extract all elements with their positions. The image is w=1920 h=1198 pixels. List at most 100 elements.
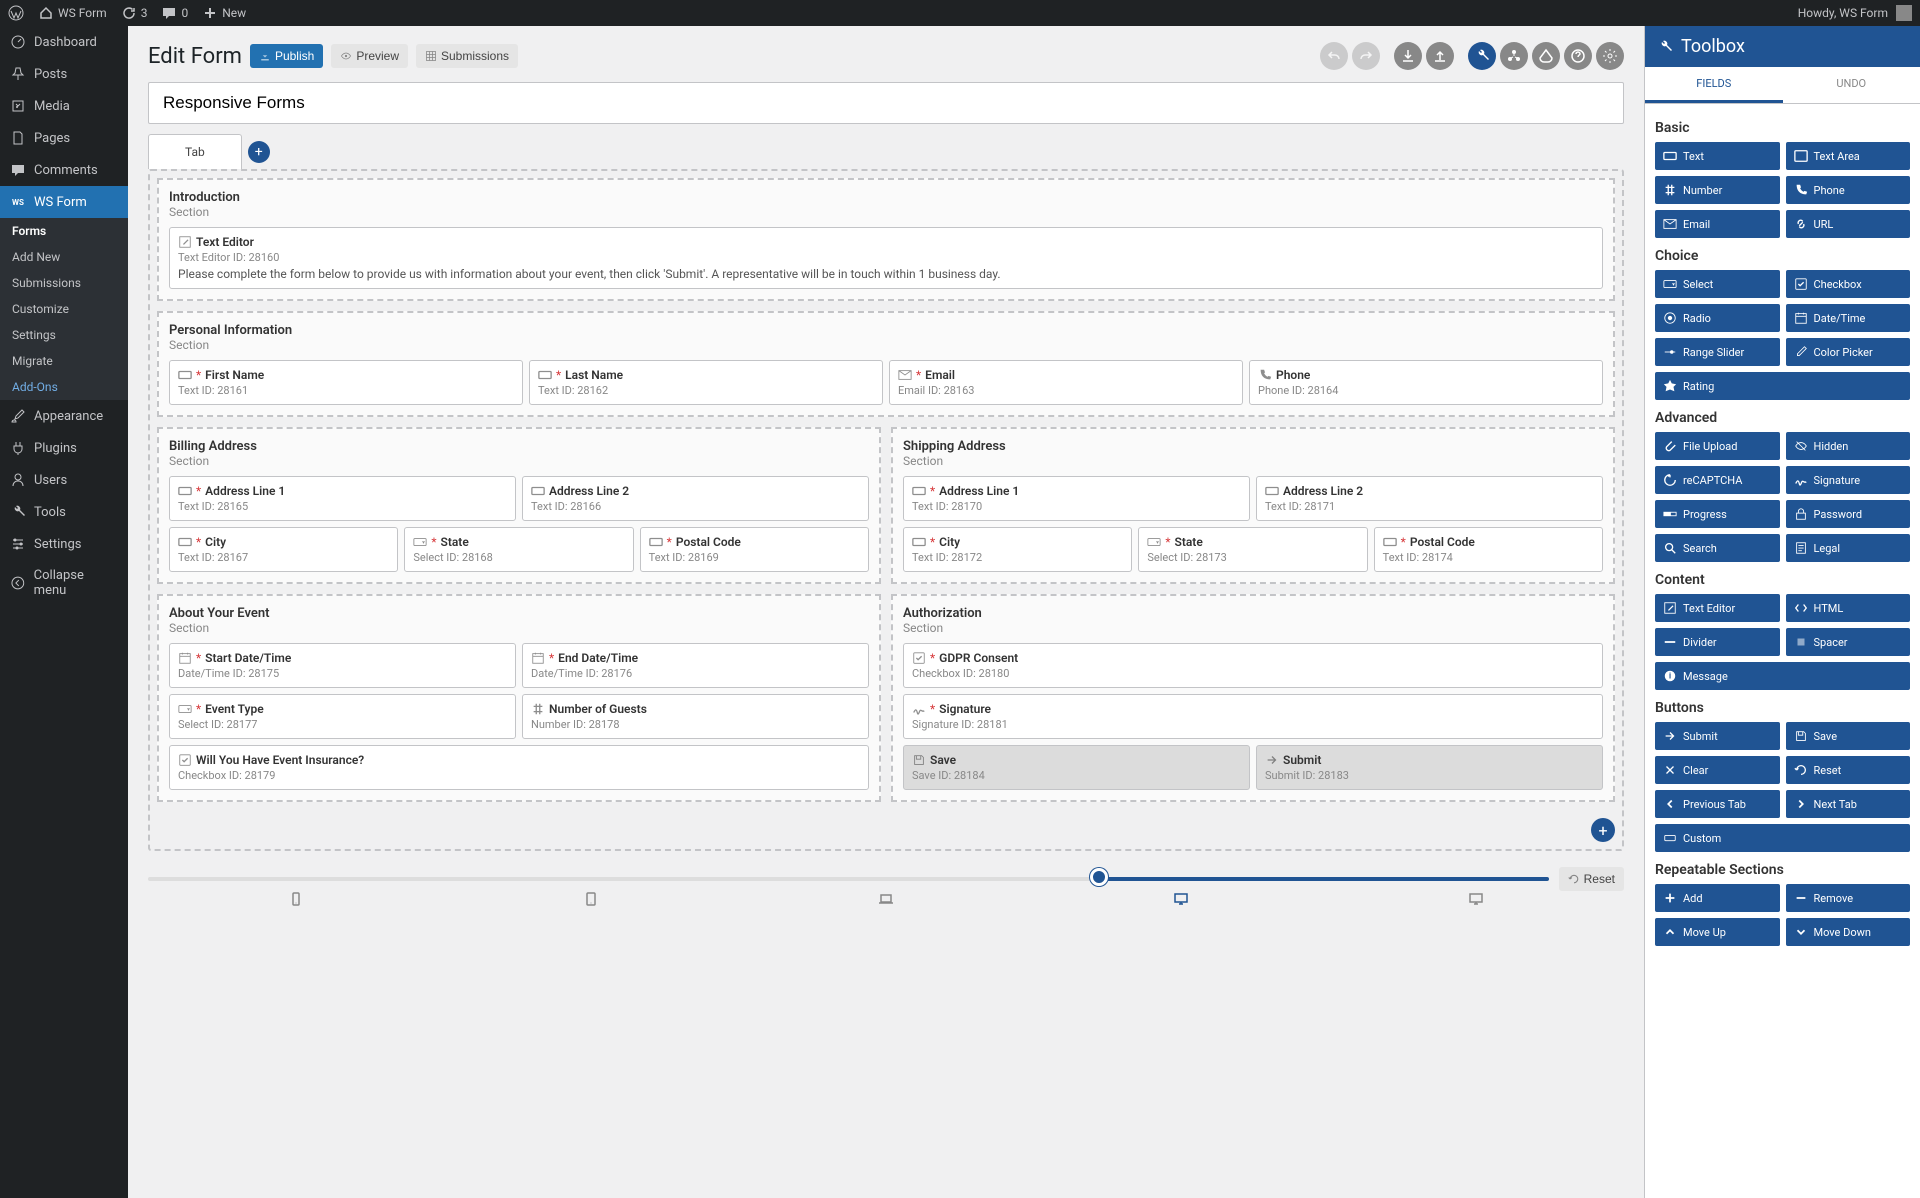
sidebar-sub-forms[interactable]: Forms xyxy=(0,218,128,244)
section-event[interactable]: About Your Event Section *Start Date/Tim… xyxy=(157,594,881,802)
field-guests[interactable]: Number of GuestsNumber ID: 28178 xyxy=(522,694,869,739)
form-name-input[interactable] xyxy=(148,82,1624,124)
sidebar-sub-migrate[interactable]: Migrate xyxy=(0,348,128,374)
toolbox-item-file-upload[interactable]: File Upload xyxy=(1655,432,1780,460)
toolbox-item-text-area[interactable]: Text Area xyxy=(1786,142,1911,170)
toolbox-item-message[interactable]: Message xyxy=(1655,662,1910,690)
upload-button[interactable] xyxy=(1426,42,1454,70)
field-shipping-city[interactable]: *CityText ID: 28172 xyxy=(903,527,1132,572)
toolbox-item-url[interactable]: URL xyxy=(1786,210,1911,238)
toolbox-item-hidden[interactable]: Hidden xyxy=(1786,432,1911,460)
toolbox-item-radio[interactable]: Radio xyxy=(1655,304,1780,332)
field-signature[interactable]: *SignatureSignature ID: 28181 xyxy=(903,694,1603,739)
toolbox-item-html[interactable]: HTML xyxy=(1786,594,1911,622)
field-billing-postal[interactable]: *Postal CodeText ID: 28169 xyxy=(640,527,869,572)
toolbox-item-recaptcha[interactable]: reCAPTCHA xyxy=(1655,466,1780,494)
field-billing-state[interactable]: *StateSelect ID: 28168 xyxy=(404,527,633,572)
toolbox-item-text[interactable]: Text xyxy=(1655,142,1780,170)
toolbox-item-checkbox[interactable]: Checkbox xyxy=(1786,270,1911,298)
preview-button[interactable]: Preview xyxy=(331,44,408,68)
field-gdpr[interactable]: *GDPR ConsentCheckbox ID: 28180 xyxy=(903,643,1603,688)
toolbox-item-date-time[interactable]: Date/Time xyxy=(1786,304,1911,332)
toolbox-tab-fields[interactable]: FIELDS xyxy=(1645,67,1783,103)
add-tab-button[interactable]: + xyxy=(248,141,270,163)
form-tab[interactable]: Tab xyxy=(148,134,242,169)
comments-link[interactable]: 0 xyxy=(161,5,188,21)
sidebar-item-settings[interactable]: Settings xyxy=(0,528,128,560)
sidebar-sub-submissions[interactable]: Submissions xyxy=(0,270,128,296)
section-billing[interactable]: Billing Address Section *Address Line 1T… xyxy=(157,427,881,584)
toolbox-item-remove[interactable]: Remove xyxy=(1786,884,1911,912)
bp-desktop-icon[interactable] xyxy=(1034,891,1329,911)
field-text-editor[interactable]: Text Editor Text Editor ID: 28160 Please… xyxy=(169,227,1603,289)
toolbox-item-add[interactable]: Add xyxy=(1655,884,1780,912)
field-event-type[interactable]: *Event TypeSelect ID: 28177 xyxy=(169,694,516,739)
toolbox-item-save[interactable]: Save xyxy=(1786,722,1911,750)
section-personal[interactable]: Personal Information Section *First Name… xyxy=(157,311,1615,417)
toolbox-item-move-down[interactable]: Move Down xyxy=(1786,918,1911,946)
toolbox-item-divider[interactable]: Divider xyxy=(1655,628,1780,656)
sidebar-sub-customize[interactable]: Customize xyxy=(0,296,128,322)
variables-button[interactable] xyxy=(1500,42,1528,70)
sidebar-item-plugins[interactable]: Plugins xyxy=(0,432,128,464)
field-last-name[interactable]: *Last NameText ID: 28162 xyxy=(529,360,883,405)
field-shipping-postal[interactable]: *Postal CodeText ID: 28174 xyxy=(1374,527,1603,572)
section-auth[interactable]: Authorization Section *GDPR ConsentCheck… xyxy=(891,594,1615,802)
sidebar-item-tools[interactable]: Tools xyxy=(0,496,128,528)
section-introduction[interactable]: Introduction Section Text Editor Text Ed… xyxy=(157,178,1615,301)
sidebar-item-comments[interactable]: Comments xyxy=(0,154,128,186)
toolbox-item-range-slider[interactable]: Range Slider xyxy=(1655,338,1780,366)
field-submit[interactable]: SubmitSubmit ID: 28183 xyxy=(1256,745,1603,790)
toolbox-item-phone[interactable]: Phone xyxy=(1786,176,1911,204)
toolbox-item-rating[interactable]: Rating xyxy=(1655,372,1910,400)
sidebar-item-ws-form[interactable]: WSWS Form xyxy=(0,186,128,218)
field-phone[interactable]: PhonePhone ID: 28164 xyxy=(1249,360,1603,405)
submissions-button[interactable]: Submissions xyxy=(416,44,518,68)
howdy-text[interactable]: Howdy, WS Form xyxy=(1798,6,1888,20)
toolbox-item-select[interactable]: Select xyxy=(1655,270,1780,298)
toolbox-item-spacer[interactable]: Spacer xyxy=(1786,628,1911,656)
section-shipping[interactable]: Shipping Address Section *Address Line 1… xyxy=(891,427,1615,584)
style-button[interactable] xyxy=(1532,42,1560,70)
field-billing-a1[interactable]: *Address Line 1Text ID: 28165 xyxy=(169,476,516,521)
sidebar-item-pages[interactable]: Pages xyxy=(0,122,128,154)
field-shipping-a2[interactable]: Address Line 2Text ID: 28171 xyxy=(1256,476,1603,521)
toolbox-tab-undo[interactable]: UNDO xyxy=(1783,67,1920,103)
undo-button[interactable] xyxy=(1320,42,1348,70)
toolbox-item-progress[interactable]: Progress xyxy=(1655,500,1780,528)
field-email[interactable]: *EmailEmail ID: 28163 xyxy=(889,360,1243,405)
add-section-button[interactable]: + xyxy=(1591,818,1615,842)
field-save[interactable]: SaveSave ID: 28184 xyxy=(903,745,1250,790)
toolbox-item-number[interactable]: Number xyxy=(1655,176,1780,204)
bp-laptop-icon[interactable] xyxy=(738,891,1033,911)
bp-mobile-icon[interactable] xyxy=(148,891,443,911)
sidebar-item-posts[interactable]: Posts xyxy=(0,58,128,90)
sidebar-item-dashboard[interactable]: Dashboard xyxy=(0,26,128,58)
publish-button[interactable]: Publish xyxy=(250,44,323,68)
toolbox-item-color-picker[interactable]: Color Picker xyxy=(1786,338,1911,366)
toolbox-item-next-tab[interactable]: Next Tab xyxy=(1786,790,1911,818)
field-billing-city[interactable]: *CityText ID: 28167 xyxy=(169,527,398,572)
sidebar-item-media[interactable]: Media xyxy=(0,90,128,122)
toolbox-item-previous-tab[interactable]: Previous Tab xyxy=(1655,790,1780,818)
sidebar-sub-add-ons[interactable]: Add-Ons xyxy=(0,374,128,400)
field-shipping-state[interactable]: *StateSelect ID: 28173 xyxy=(1138,527,1367,572)
avatar[interactable] xyxy=(1896,5,1912,21)
toolbox-item-custom[interactable]: Custom xyxy=(1655,824,1910,852)
toolbox-item-reset[interactable]: Reset xyxy=(1786,756,1911,784)
sidebar-item-users[interactable]: Users xyxy=(0,464,128,496)
toolbox-item-move-up[interactable]: Move Up xyxy=(1655,918,1780,946)
field-start-date[interactable]: *Start Date/TimeDate/Time ID: 28175 xyxy=(169,643,516,688)
reset-breakpoint-button[interactable]: Reset xyxy=(1559,867,1624,891)
bp-wide-icon[interactable] xyxy=(1329,891,1624,911)
updates-link[interactable]: 3 xyxy=(121,5,148,21)
sidebar-item-appearance[interactable]: Appearance xyxy=(0,400,128,432)
field-shipping-a1[interactable]: *Address Line 1Text ID: 28170 xyxy=(903,476,1250,521)
toolbox-item-email[interactable]: Email xyxy=(1655,210,1780,238)
sidebar-sub-settings[interactable]: Settings xyxy=(0,322,128,348)
field-insurance[interactable]: Will You Have Event Insurance?Checkbox I… xyxy=(169,745,869,790)
download-button[interactable] xyxy=(1394,42,1422,70)
field-billing-a2[interactable]: Address Line 2Text ID: 28166 xyxy=(522,476,869,521)
site-link[interactable]: WS Form xyxy=(38,5,107,21)
wrench-button[interactable] xyxy=(1468,42,1496,70)
